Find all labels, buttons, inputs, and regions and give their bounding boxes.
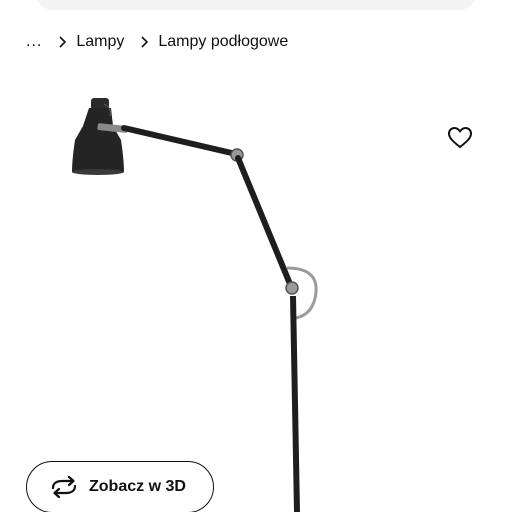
chevron-right-icon [50,30,76,54]
breadcrumb: ... Lampy Lampy podłogowe [26,30,296,54]
product-page: ... Lampy Lampy podłogowe Zobacz w 3D [0,0,512,512]
lower-arm [235,155,293,287]
view-3d-label: Zobacz w 3D [89,478,186,495]
lamp-shade [72,98,124,175]
breadcrumb-item-lampy[interactable]: Lampy [76,33,124,51]
search-bar[interactable] [36,0,476,10]
breadcrumb-ellipsis[interactable]: ... [26,33,42,51]
heart-icon [447,126,473,149]
rotate-arrows-icon [51,475,77,499]
upper-arm [121,125,239,157]
breadcrumb-item-lampy-podlogowe[interactable]: Lampy podłogowe [158,33,288,51]
floor-lamp-image [72,98,318,512]
view-3d-button[interactable]: Zobacz w 3D [26,461,214,512]
favourite-button[interactable] [440,118,480,158]
chevron-right-icon [132,30,158,54]
stand-pole [290,295,300,512]
